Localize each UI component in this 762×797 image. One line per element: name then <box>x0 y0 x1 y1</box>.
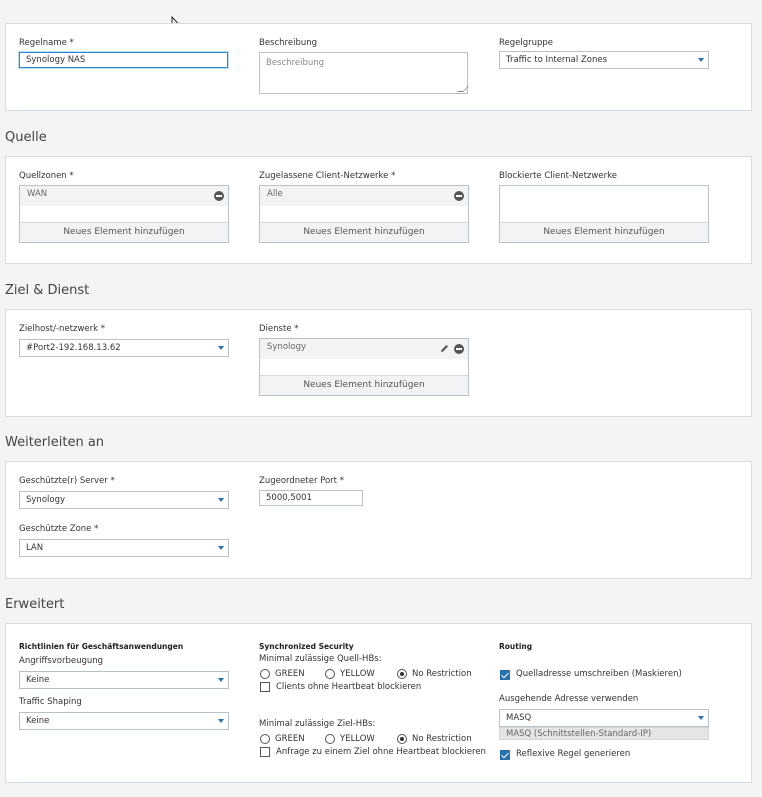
section-title-source: Quelle <box>5 130 47 145</box>
source-zone-item-label: WAN <box>27 189 48 199</box>
allowed-network-item-label: Alle <box>267 189 283 199</box>
outgoing-address-label: Ausgehende Adresse verwenden <box>499 694 639 704</box>
remove-icon[interactable] <box>454 191 464 201</box>
traffic-shaping-select[interactable]: Keine <box>19 712 229 730</box>
dest-hb-none-label: No Restriction <box>412 734 472 744</box>
forward-card <box>5 461 752 579</box>
reflexive-rule-checkbox[interactable] <box>500 750 510 760</box>
dest-hb-yellow-radio[interactable] <box>325 734 335 744</box>
dest-hb-green-label: GREEN <box>275 734 305 744</box>
blocked-networks-label: Blockierte Client-Netzwerke <box>499 171 617 181</box>
destination-host-label: Zielhost/-netzwerk * <box>19 324 106 334</box>
chevron-down-icon <box>218 678 224 682</box>
block-clients-checkbox[interactable] <box>260 682 270 692</box>
mapped-port-label: Zugeordneter Port * <box>259 476 344 486</box>
block-dest-checkbox[interactable] <box>260 747 270 757</box>
service-item-label: Synology <box>267 342 307 352</box>
dest-hb-yellow-label: YELLOW <box>340 734 375 744</box>
ips-value: Keine <box>26 675 50 685</box>
list-item[interactable]: WAN <box>20 186 228 206</box>
source-zones-list: WAN Neues Element hinzufügen <box>19 185 229 243</box>
ips-select[interactable]: Keine <box>19 671 229 689</box>
description-textarea[interactable]: Beschreibung <box>259 52 469 94</box>
add-service-button[interactable]: Neues Element hinzufügen <box>260 375 468 395</box>
reflexive-rule-label: Reflexive Regel generieren <box>516 749 631 759</box>
rule-name-input[interactable]: Synology NAS <box>19 52 228 68</box>
list-item[interactable]: Alle <box>260 186 468 206</box>
section-title-forward: Weiterleiten an <box>5 435 105 450</box>
chevron-down-icon <box>218 498 224 502</box>
chevron-down-icon <box>698 716 704 720</box>
dest-hb-green-radio[interactable] <box>260 734 270 744</box>
destination-host-value: #Port2-192.168.13.62 <box>26 343 121 353</box>
routing-heading: Routing <box>499 642 533 651</box>
masquerade-checkbox[interactable] <box>500 670 510 680</box>
block-clients-label: Clients ohne Heartbeat blockieren <box>276 682 422 692</box>
allowed-networks-list: Alle Neues Element hinzufügen <box>259 185 469 243</box>
destination-host-select[interactable]: #Port2-192.168.13.62 <box>19 339 229 357</box>
chevron-down-icon <box>218 346 224 350</box>
source-hb-label: Minimal zulässige Quell-HBs: <box>259 654 382 664</box>
services-label: Dienste * <box>259 324 299 334</box>
description-placeholder: Beschreibung <box>266 58 325 68</box>
rule-group-label: Regelgruppe <box>499 38 554 48</box>
blocked-networks-list: Neues Element hinzufügen <box>499 185 709 243</box>
source-hb-yellow-radio[interactable] <box>325 669 335 679</box>
mapped-port-input[interactable]: 5000,5001 <box>259 490 363 506</box>
allowed-networks-label: Zugelassene Client-Netzwerke * <box>259 171 396 181</box>
add-allowed-network-button[interactable]: Neues Element hinzufügen <box>260 222 468 242</box>
rule-group-select[interactable]: Traffic to Internal Zones <box>499 51 709 69</box>
description-label: Beschreibung <box>259 38 318 48</box>
protected-server-value: Synology <box>26 495 66 505</box>
masquerade-label: Quelladresse umschreiben (Maskieren) <box>516 669 682 679</box>
section-title-advanced: Erweitert <box>5 597 65 612</box>
source-hb-none-radio[interactable] <box>397 669 407 679</box>
destination-hb-label: Minimal zulässige Ziel-HBs: <box>259 719 376 729</box>
source-hb-green-radio[interactable] <box>260 669 270 679</box>
chevron-down-icon <box>218 719 224 723</box>
protected-server-select[interactable]: Synology <box>19 491 229 509</box>
protected-zone-value: LAN <box>26 543 44 553</box>
outgoing-address-value: MASQ <box>506 713 532 723</box>
outgoing-address-select[interactable]: MASQ <box>499 709 709 727</box>
list-item[interactable]: Synology <box>260 339 468 359</box>
ips-label: Angriffsvorbeugung <box>19 656 104 666</box>
edit-icon[interactable] <box>439 343 450 354</box>
add-blocked-network-button[interactable]: Neues Element hinzufügen <box>500 222 708 242</box>
outgoing-address-hint: MASQ (Schnittstellen-Standard-IP) <box>499 727 709 740</box>
traffic-shaping-value: Keine <box>26 716 50 726</box>
section-title-destination: Ziel & Dienst <box>5 283 90 298</box>
add-source-zone-button[interactable]: Neues Element hinzufügen <box>20 222 228 242</box>
resize-grip-icon[interactable] <box>457 86 469 92</box>
protected-zone-select[interactable]: LAN <box>19 539 229 557</box>
source-zones-label: Quellzonen * <box>19 171 74 181</box>
remove-icon[interactable] <box>214 191 224 201</box>
traffic-shaping-label: Traffic Shaping <box>19 697 82 707</box>
chevron-down-icon <box>698 58 704 62</box>
source-hb-yellow-label: YELLOW <box>340 669 375 679</box>
sync-security-heading: Synchronized Security <box>259 642 354 651</box>
dest-hb-none-radio[interactable] <box>397 734 407 744</box>
chevron-down-icon <box>218 546 224 550</box>
rule-group-value: Traffic to Internal Zones <box>506 55 608 65</box>
source-hb-none-label: No Restriction <box>412 669 472 679</box>
rule-name-label: Regelname * <box>19 38 74 48</box>
block-dest-label: Anfrage zu einem Ziel ohne Heartbeat blo… <box>276 747 486 757</box>
services-list: Synology Neues Element hinzufügen <box>259 338 469 396</box>
policies-heading: Richtlinien für Geschäftsanwendungen <box>19 642 184 651</box>
protected-zone-label: Geschützte Zone * <box>19 524 99 534</box>
protected-server-label: Geschützte(r) Server * <box>19 476 115 486</box>
remove-icon[interactable] <box>454 344 464 354</box>
source-hb-green-label: GREEN <box>275 669 305 679</box>
